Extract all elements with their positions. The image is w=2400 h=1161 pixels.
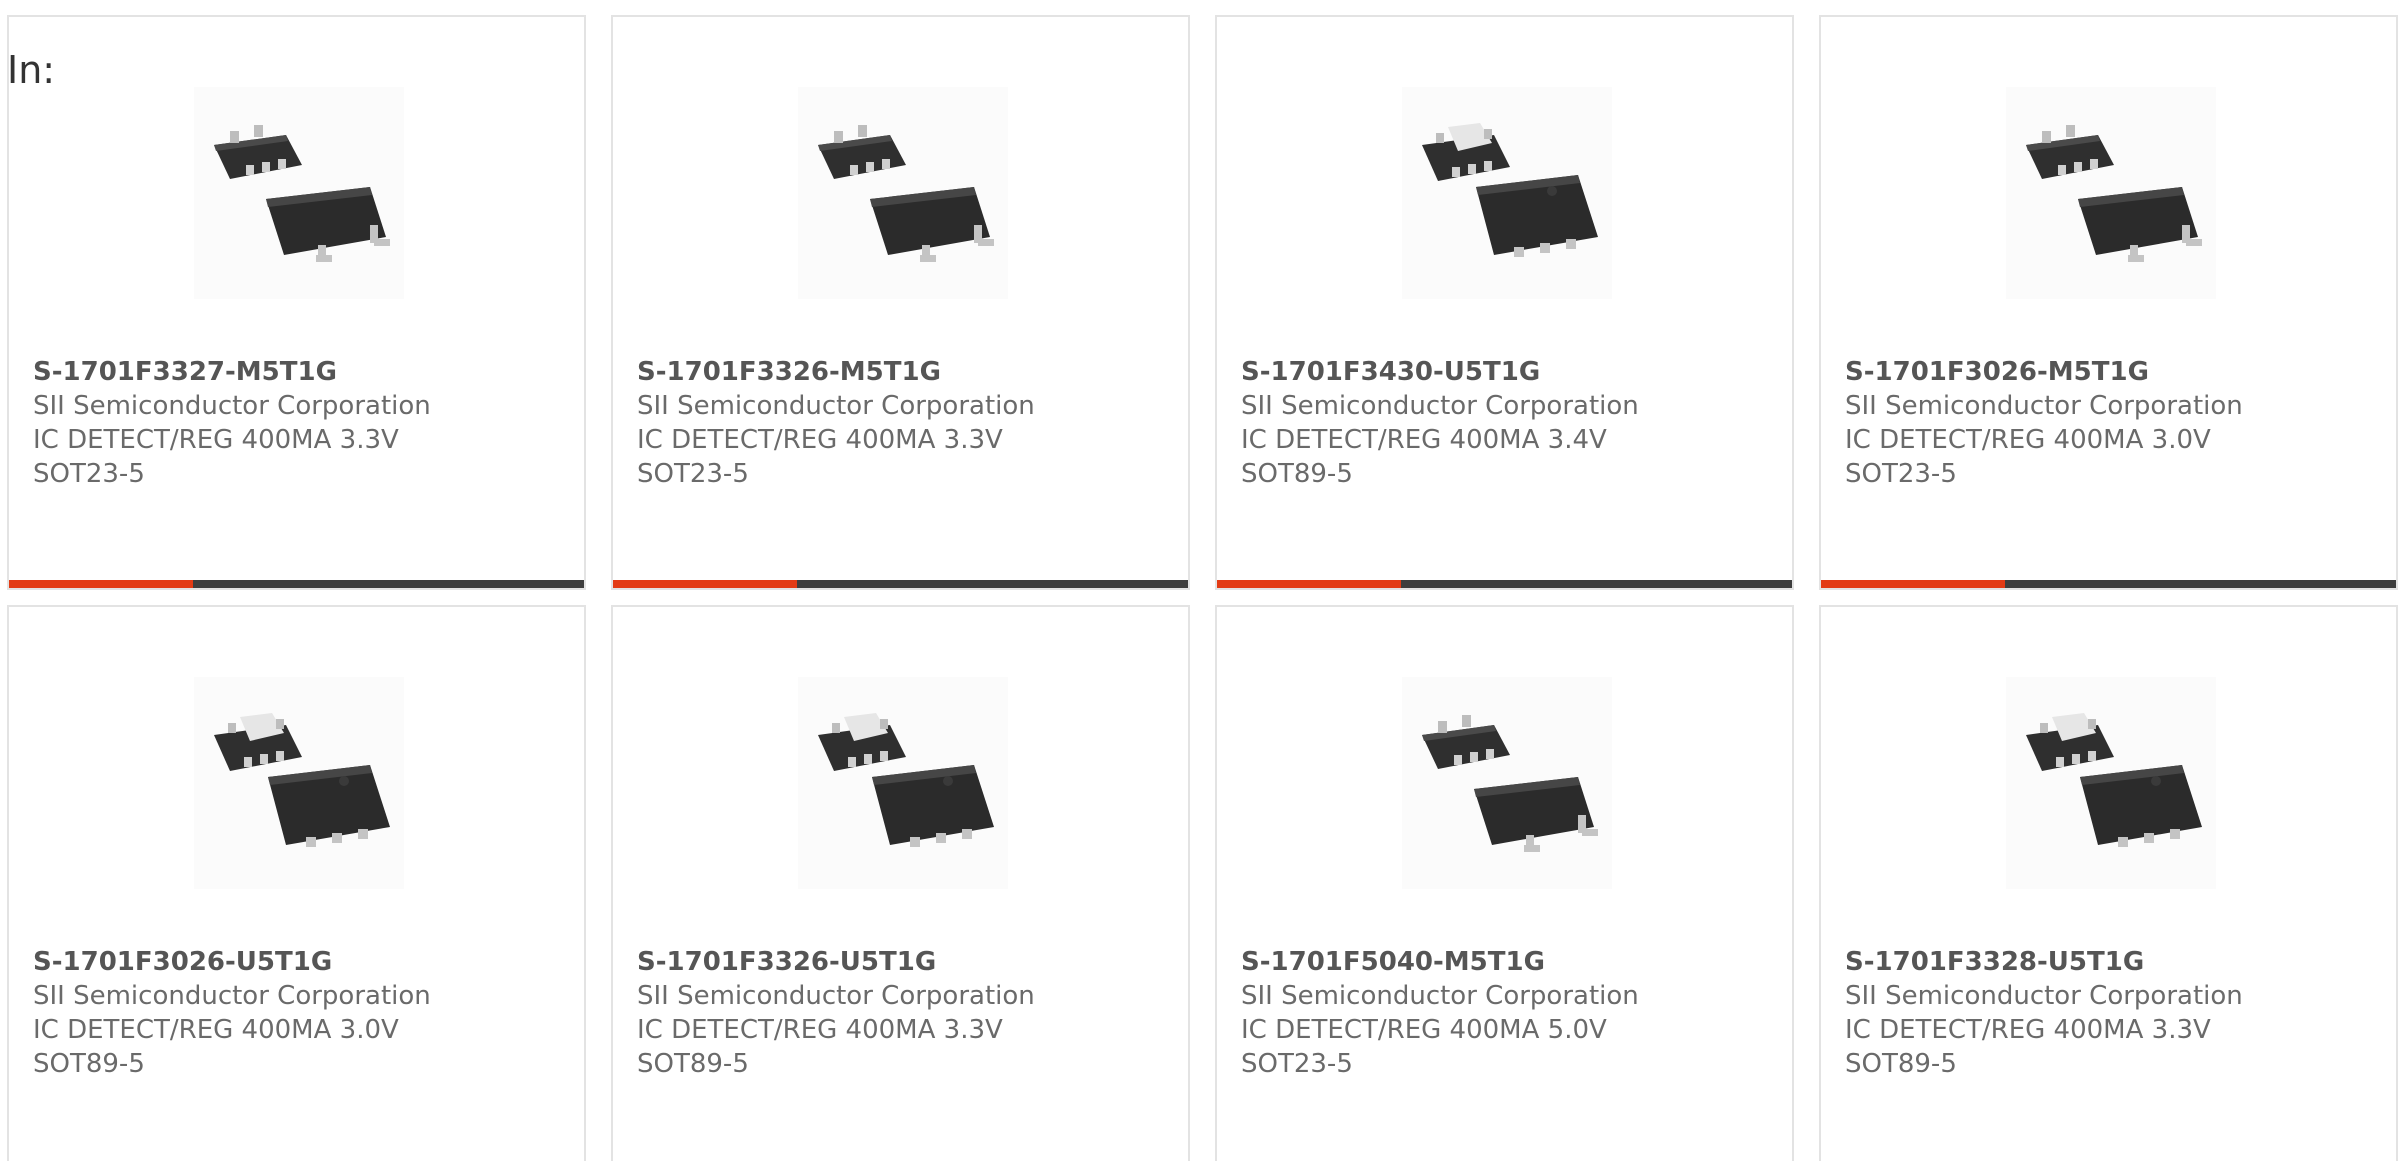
sot89-5-package-image bbox=[2006, 677, 2216, 889]
package: SOT89-5 bbox=[1845, 1049, 1957, 1079]
product-image[interactable] bbox=[1402, 677, 1612, 889]
sot89-5-package-image bbox=[194, 677, 404, 889]
description: IC DETECT/REG 400MA 5.0V bbox=[1241, 1015, 1607, 1045]
manufacturer: SII Semiconductor Corporation bbox=[1241, 981, 1639, 1011]
product-info: S-1701F3026-U5T1G SII Semiconductor Corp… bbox=[33, 945, 574, 1081]
part-number[interactable]: S-1701F3328-U5T1G bbox=[1845, 945, 2386, 979]
progress-fill bbox=[1217, 580, 1401, 588]
product-image[interactable] bbox=[1402, 87, 1612, 299]
package: SOT89-5 bbox=[33, 1049, 145, 1079]
product-card[interactable]: S-1701F3026-U5T1G SII Semiconductor Corp… bbox=[7, 605, 586, 1161]
manufacturer: SII Semiconductor Corporation bbox=[33, 391, 431, 421]
package: SOT89-5 bbox=[1241, 459, 1353, 489]
description: IC DETECT/REG 400MA 3.3V bbox=[33, 425, 399, 455]
product-card[interactable]: S-1701F3326-U5T1G SII Semiconductor Corp… bbox=[611, 605, 1190, 1161]
progress-bar bbox=[613, 580, 1188, 588]
part-number[interactable]: S-1701F3026-U5T1G bbox=[33, 945, 574, 979]
product-info: S-1701F5040-M5T1G SII Semiconductor Corp… bbox=[1241, 945, 1782, 1081]
product-image[interactable] bbox=[2006, 677, 2216, 889]
product-card[interactable]: S-1701F3430-U5T1G SII Semiconductor Corp… bbox=[1215, 15, 1794, 590]
product-image[interactable] bbox=[194, 677, 404, 889]
product-image[interactable] bbox=[2006, 87, 2216, 299]
progress-bar bbox=[1217, 580, 1792, 588]
progress-fill bbox=[9, 580, 193, 588]
product-card[interactable]: S-1701F3026-M5T1G SII Semiconductor Corp… bbox=[1819, 15, 2398, 590]
description: IC DETECT/REG 400MA 3.3V bbox=[637, 1015, 1003, 1045]
manufacturer: SII Semiconductor Corporation bbox=[1845, 981, 2243, 1011]
part-number[interactable]: S-1701F3326-U5T1G bbox=[637, 945, 1178, 979]
product-info: S-1701F3327-M5T1G SII Semiconductor Corp… bbox=[33, 355, 574, 491]
manufacturer: SII Semiconductor Corporation bbox=[637, 981, 1035, 1011]
product-info: S-1701F3430-U5T1G SII Semiconductor Corp… bbox=[1241, 355, 1782, 491]
package: SOT23-5 bbox=[33, 459, 145, 489]
manufacturer: SII Semiconductor Corporation bbox=[33, 981, 431, 1011]
in-label: In: bbox=[7, 48, 56, 92]
description: IC DETECT/REG 400MA 3.0V bbox=[33, 1015, 399, 1045]
product-card[interactable]: S-1701F3327-M5T1G SII Semiconductor Corp… bbox=[7, 15, 586, 590]
sot89-5-package-image bbox=[798, 677, 1008, 889]
package: SOT23-5 bbox=[1241, 1049, 1353, 1079]
sot89-5-package-image bbox=[1402, 87, 1612, 299]
progress-fill bbox=[613, 580, 797, 588]
sot23-5-package-image bbox=[1402, 677, 1612, 889]
part-number[interactable]: S-1701F3430-U5T1G bbox=[1241, 355, 1782, 389]
progress-fill bbox=[1821, 580, 2005, 588]
product-image[interactable] bbox=[798, 677, 1008, 889]
package: SOT23-5 bbox=[637, 459, 749, 489]
sot23-5-package-image bbox=[194, 87, 404, 299]
product-card[interactable]: S-1701F3326-M5T1G SII Semiconductor Corp… bbox=[611, 15, 1190, 590]
part-number[interactable]: S-1701F3327-M5T1G bbox=[33, 355, 574, 389]
product-info: S-1701F3026-M5T1G SII Semiconductor Corp… bbox=[1845, 355, 2386, 491]
package: SOT89-5 bbox=[637, 1049, 749, 1079]
description: IC DETECT/REG 400MA 3.3V bbox=[637, 425, 1003, 455]
progress-bar bbox=[1821, 580, 2396, 588]
product-image[interactable] bbox=[194, 87, 404, 299]
description: IC DETECT/REG 400MA 3.4V bbox=[1241, 425, 1607, 455]
sot23-5-package-image bbox=[2006, 87, 2216, 299]
product-card[interactable]: S-1701F3328-U5T1G SII Semiconductor Corp… bbox=[1819, 605, 2398, 1161]
product-card[interactable]: S-1701F5040-M5T1G SII Semiconductor Corp… bbox=[1215, 605, 1794, 1161]
product-info: S-1701F3328-U5T1G SII Semiconductor Corp… bbox=[1845, 945, 2386, 1081]
manufacturer: SII Semiconductor Corporation bbox=[1241, 391, 1639, 421]
part-number[interactable]: S-1701F3026-M5T1G bbox=[1845, 355, 2386, 389]
description: IC DETECT/REG 400MA 3.3V bbox=[1845, 1015, 2211, 1045]
part-number[interactable]: S-1701F3326-M5T1G bbox=[637, 355, 1178, 389]
product-info: S-1701F3326-U5T1G SII Semiconductor Corp… bbox=[637, 945, 1178, 1081]
manufacturer: SII Semiconductor Corporation bbox=[637, 391, 1035, 421]
manufacturer: SII Semiconductor Corporation bbox=[1845, 391, 2243, 421]
description: IC DETECT/REG 400MA 3.0V bbox=[1845, 425, 2211, 455]
package: SOT23-5 bbox=[1845, 459, 1957, 489]
sot23-5-package-image bbox=[798, 87, 1008, 299]
part-number[interactable]: S-1701F5040-M5T1G bbox=[1241, 945, 1782, 979]
progress-bar bbox=[9, 580, 584, 588]
product-info: S-1701F3326-M5T1G SII Semiconductor Corp… bbox=[637, 355, 1178, 491]
product-image[interactable] bbox=[798, 87, 1008, 299]
